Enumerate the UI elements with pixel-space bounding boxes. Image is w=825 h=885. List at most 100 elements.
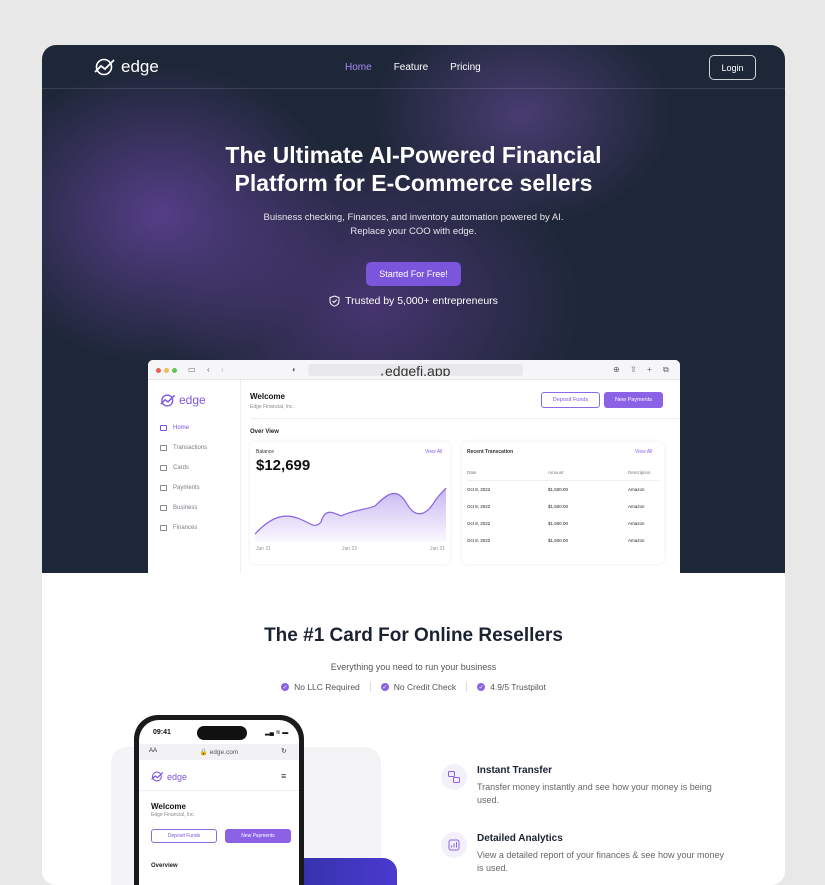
view-all-link[interactable]: View All: [635, 449, 652, 455]
hero-subtitle-line: Replace your COO with edge.: [350, 226, 477, 237]
divider: [466, 682, 468, 692]
phone-company: Edge Financial, Inc.: [151, 812, 195, 818]
divider: [250, 418, 680, 419]
check-icon: ✓: [281, 683, 290, 691]
check-icon: ✓: [477, 683, 486, 691]
nav-links: Home Feature Pricing: [345, 62, 481, 73]
edge-logo-icon: [160, 393, 176, 407]
top-nav: edge Home Feature Pricing Login: [42, 45, 785, 89]
reload-icon: ↻: [281, 748, 287, 755]
payments-icon: [160, 485, 167, 491]
feature-title: Instant Transfer: [477, 765, 553, 776]
lock-icon: 🔒: [199, 749, 208, 756]
page-frame: edge Home Feature Pricing Login The Ulti…: [42, 45, 785, 885]
balance-chart: [255, 487, 447, 542]
sidebar-item-cards[interactable]: Cards: [160, 465, 189, 471]
sidebar-item-business[interactable]: Business: [160, 505, 197, 511]
cell-description: Amazon: [628, 538, 645, 543]
phone-new-payments-button[interactable]: New Payments: [225, 829, 291, 843]
benefit-item: ✓ No LLC Required: [281, 682, 360, 692]
table-row[interactable]: Oct 8, 2022 $1,500.00 Amazon: [467, 498, 659, 515]
phone-logo: edge: [151, 771, 187, 782]
phone-logo-text: edge: [167, 771, 188, 782]
cards-section: The #1 Card For Online Resellers Everyth…: [42, 573, 785, 885]
sidebar-item-home[interactable]: Home: [160, 425, 189, 431]
x-tick: Jan 22: [342, 546, 358, 552]
close-dot-icon: [156, 368, 161, 373]
brand-name: edge: [121, 57, 159, 76]
section-title: The #1 Card For Online Resellers: [264, 625, 563, 646]
hero-subtitle-line: Buisness checking, Finances, and invento…: [263, 212, 564, 223]
sidebar-item-label: Home: [173, 425, 190, 431]
benefit-label: 4.9/5 Trustpilot: [490, 682, 546, 692]
address-bar[interactable]: ● edgefi.app: [308, 364, 523, 376]
table-header: Date Amount Description: [467, 465, 659, 481]
analytics-icon: [441, 832, 467, 858]
address-text: edgefi.app: [385, 364, 451, 376]
card-icon: [160, 465, 167, 471]
cell-description: Amazon: [628, 487, 645, 492]
table-row[interactable]: Oct 8, 2022 $1,500.00 Amazon: [467, 515, 659, 532]
hamburger-menu-icon[interactable]: ≡: [281, 771, 286, 781]
edge-logo-icon: [94, 58, 115, 76]
table-row[interactable]: Oct 8, 2022 $1,500.00 Amazon: [467, 481, 659, 498]
status-time: 09:41: [153, 729, 171, 736]
finances-icon: [160, 525, 167, 531]
check-icon: ✓: [380, 683, 389, 691]
feature-title: Detailed Analytics: [477, 833, 563, 844]
table-row[interactable]: Oct 8, 2022 $1,500.00 Amazon: [467, 532, 659, 549]
edge-logo-icon: [151, 771, 164, 782]
dashboard-logo-text: edge: [179, 393, 206, 407]
sidebar-item-transactions[interactable]: Transactions: [160, 445, 207, 451]
deposit-funds-button[interactable]: Deposit Funds: [541, 392, 600, 408]
section-subtitle: Everything you need to run your business: [330, 662, 497, 672]
hero-section: edge Home Feature Pricing Login The Ulti…: [42, 45, 785, 573]
balance-label: Balance: [256, 449, 275, 455]
phone-address-bar[interactable]: AA 🔒 edge.com ↻: [139, 744, 299, 760]
sidebar-item-label: Finances: [173, 525, 198, 531]
new-payments-button[interactable]: New Payments: [604, 392, 663, 408]
phone-deposit-button[interactable]: Deposit Funds: [151, 829, 217, 843]
tabs-icon: ⧉: [663, 365, 669, 374]
home-icon: [160, 425, 167, 431]
benefit-label: No LLC Required: [294, 682, 360, 692]
share-icon: ⇪: [630, 365, 637, 374]
nav-link-feature[interactable]: Feature: [394, 62, 428, 73]
login-button[interactable]: Login: [709, 55, 756, 80]
transfer-icon: [441, 764, 467, 790]
nav-link-home[interactable]: Home: [345, 62, 372, 73]
nav-link-pricing[interactable]: Pricing: [450, 62, 481, 73]
sidebar-item-finances[interactable]: Finances: [160, 525, 197, 531]
transactions-table: Date Amount Description Oct 8, 2022 $1,5…: [467, 465, 659, 549]
feature-description: Transfer money instantly and see how you…: [477, 782, 712, 805]
welcome-title: Welcome: [250, 392, 285, 401]
forward-icon: ›: [221, 365, 224, 374]
sidebar-toggle-icon: ▭: [188, 365, 196, 374]
x-tick: Jan 21: [256, 546, 272, 552]
signal-battery-icon: ▂▄ ≋ ▬: [265, 730, 289, 736]
hero-title-line: Platform for E-Commerce sellers: [234, 170, 593, 196]
trust-line: Trusted by 5,000+ entrepreneurs: [42, 295, 785, 307]
brand-logo[interactable]: edge: [94, 57, 159, 77]
cell-date: Oct 8, 2022: [467, 538, 491, 543]
shield-check-icon: [329, 295, 340, 307]
hero-subtitle: Buisness checking, Finances, and invento…: [42, 211, 785, 239]
benefit-checks: ✓ No LLC Required ✓ No Credit Check ✓ 4.9/5…: [42, 682, 785, 692]
get-started-button[interactable]: Started For Free!: [366, 262, 461, 286]
feature-description: View a detailed report of your finances …: [477, 850, 724, 873]
phone-mockup: 09:41 ▂▄ ≋ ▬ AA 🔒 edge.com ↻ edge ≡ Welc…: [134, 715, 304, 885]
cell-date: Oct 8, 2022: [467, 487, 491, 492]
briefcase-icon: [160, 505, 167, 511]
cell-amount: $1,500.00: [548, 521, 569, 526]
phone-url-text: edge.com: [209, 749, 239, 756]
dynamic-island: [197, 726, 247, 740]
divider: [139, 790, 299, 791]
dashboard-main: Welcome Edge Financial, Inc. Deposit Fun…: [250, 380, 680, 573]
analytics-glyph: [448, 839, 460, 851]
phone-overview: Overview: [151, 863, 178, 869]
sidebar-item-label: Payments: [173, 485, 200, 491]
sidebar-item-payments[interactable]: Payments: [160, 485, 200, 491]
view-all-link[interactable]: View All: [425, 449, 442, 455]
cell-amount: $1,500.00: [548, 504, 569, 509]
privacy-icon: ◐: [292, 365, 297, 374]
